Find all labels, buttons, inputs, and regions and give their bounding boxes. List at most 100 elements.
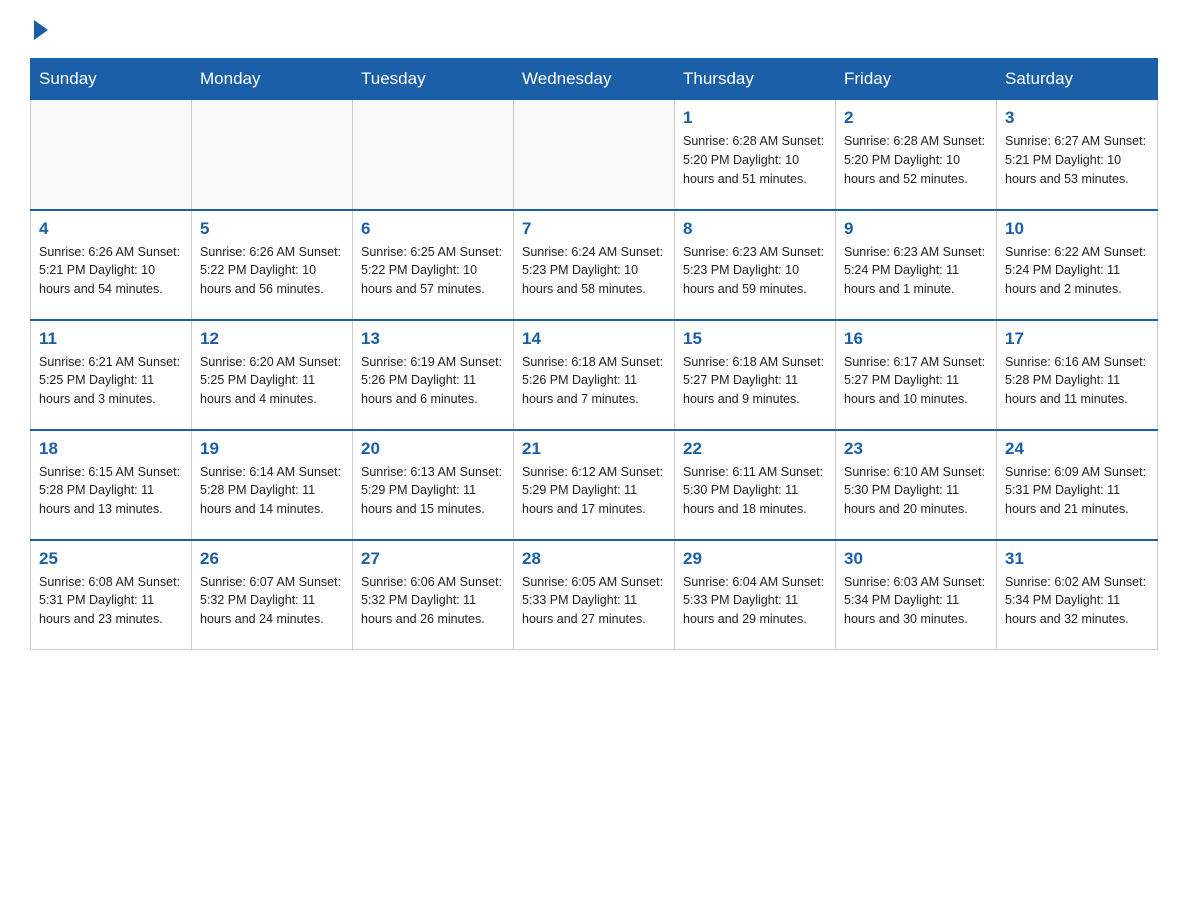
day-number: 23 [844,439,988,459]
day-info: Sunrise: 6:23 AM Sunset: 5:23 PM Dayligh… [683,243,827,299]
day-info: Sunrise: 6:21 AM Sunset: 5:25 PM Dayligh… [39,353,183,409]
day-info: Sunrise: 6:26 AM Sunset: 5:21 PM Dayligh… [39,243,183,299]
day-info: Sunrise: 6:27 AM Sunset: 5:21 PM Dayligh… [1005,132,1149,188]
day-number: 4 [39,219,183,239]
calendar-week-row: 4 Sunrise: 6:26 AM Sunset: 5:21 PM Daylig… [31,210,1158,320]
calendar-cell: 5 Sunrise: 6:26 AM Sunset: 5:22 PM Daylig… [192,210,353,320]
calendar-cell: 9 Sunrise: 6:23 AM Sunset: 5:24 PM Daylig… [836,210,997,320]
day-info: Sunrise: 6:28 AM Sunset: 5:20 PM Dayligh… [844,132,988,188]
weekday-header-tuesday: Tuesday [353,59,514,100]
day-info: Sunrise: 6:10 AM Sunset: 5:30 PM Dayligh… [844,463,988,519]
day-info: Sunrise: 6:05 AM Sunset: 5:33 PM Dayligh… [522,573,666,629]
day-number: 16 [844,329,988,349]
calendar-cell: 31Sunrise: 6:02 AM Sunset: 5:34 PM Dayli… [997,540,1158,650]
calendar-cell: 29Sunrise: 6:04 AM Sunset: 5:33 PM Dayli… [675,540,836,650]
calendar-week-row: 11 Sunrise: 6:21 AM Sunset: 5:25 PM Dayli… [31,320,1158,430]
calendar-cell: 24 Sunrise: 6:09 AM Sunset: 5:31 PM Dayli… [997,430,1158,540]
calendar-week-row: 1 Sunrise: 6:28 AM Sunset: 5:20 PM Daylig… [31,100,1158,210]
day-number: 25 [39,549,183,569]
logo-arrow-icon [34,20,48,40]
weekday-header-wednesday: Wednesday [514,59,675,100]
weekday-header-friday: Friday [836,59,997,100]
day-number: 30 [844,549,988,569]
day-info: Sunrise: 6:26 AM Sunset: 5:22 PM Dayligh… [200,243,344,299]
day-info: Sunrise: 6:24 AM Sunset: 5:23 PM Dayligh… [522,243,666,299]
calendar-cell [514,100,675,210]
day-number: 29 [683,549,827,569]
calendar-cell [192,100,353,210]
calendar-cell: 28Sunrise: 6:05 AM Sunset: 5:33 PM Dayli… [514,540,675,650]
day-number: 21 [522,439,666,459]
day-info: Sunrise: 6:09 AM Sunset: 5:31 PM Dayligh… [1005,463,1149,519]
day-info: Sunrise: 6:12 AM Sunset: 5:29 PM Dayligh… [522,463,666,519]
calendar-cell: 17 Sunrise: 6:16 AM Sunset: 5:28 PM Dayli… [997,320,1158,430]
day-number: 14 [522,329,666,349]
calendar-cell: 3 Sunrise: 6:27 AM Sunset: 5:21 PM Daylig… [997,100,1158,210]
day-number: 31 [1005,549,1149,569]
day-info: Sunrise: 6:15 AM Sunset: 5:28 PM Dayligh… [39,463,183,519]
calendar-cell: 8Sunrise: 6:23 AM Sunset: 5:23 PM Daylig… [675,210,836,320]
weekday-header-saturday: Saturday [997,59,1158,100]
day-number: 11 [39,329,183,349]
day-number: 22 [683,439,827,459]
day-info: Sunrise: 6:22 AM Sunset: 5:24 PM Dayligh… [1005,243,1149,299]
calendar-cell: 20 Sunrise: 6:13 AM Sunset: 5:29 PM Dayli… [353,430,514,540]
calendar-cell: 26 Sunrise: 6:07 AM Sunset: 5:32 PM Dayli… [192,540,353,650]
day-info: Sunrise: 6:08 AM Sunset: 5:31 PM Dayligh… [39,573,183,629]
day-number: 15 [683,329,827,349]
calendar-cell: 13 Sunrise: 6:19 AM Sunset: 5:26 PM Dayli… [353,320,514,430]
calendar-cell: 16 Sunrise: 6:17 AM Sunset: 5:27 PM Dayli… [836,320,997,430]
day-number: 19 [200,439,344,459]
day-number: 13 [361,329,505,349]
day-number: 9 [844,219,988,239]
day-number: 20 [361,439,505,459]
day-number: 17 [1005,329,1149,349]
day-number: 26 [200,549,344,569]
day-number: 1 [683,108,827,128]
day-info: Sunrise: 6:11 AM Sunset: 5:30 PM Dayligh… [683,463,827,519]
day-number: 24 [1005,439,1149,459]
day-info: Sunrise: 6:25 AM Sunset: 5:22 PM Dayligh… [361,243,505,299]
calendar-cell: 27Sunrise: 6:06 AM Sunset: 5:32 PM Dayli… [353,540,514,650]
calendar-cell: 10 Sunrise: 6:22 AM Sunset: 5:24 PM Dayli… [997,210,1158,320]
day-info: Sunrise: 6:23 AM Sunset: 5:24 PM Dayligh… [844,243,988,299]
day-number: 27 [361,549,505,569]
day-info: Sunrise: 6:13 AM Sunset: 5:29 PM Dayligh… [361,463,505,519]
calendar-cell: 1 Sunrise: 6:28 AM Sunset: 5:20 PM Daylig… [675,100,836,210]
day-info: Sunrise: 6:18 AM Sunset: 5:27 PM Dayligh… [683,353,827,409]
calendar-week-row: 25 Sunrise: 6:08 AM Sunset: 5:31 PM Dayli… [31,540,1158,650]
calendar-cell: 4 Sunrise: 6:26 AM Sunset: 5:21 PM Daylig… [31,210,192,320]
calendar-cell: 18 Sunrise: 6:15 AM Sunset: 5:28 PM Dayli… [31,430,192,540]
day-info: Sunrise: 6:14 AM Sunset: 5:28 PM Dayligh… [200,463,344,519]
calendar-cell: 2 Sunrise: 6:28 AM Sunset: 5:20 PM Daylig… [836,100,997,210]
calendar-cell: 7Sunrise: 6:24 AM Sunset: 5:23 PM Daylig… [514,210,675,320]
day-number: 10 [1005,219,1149,239]
logo [30,20,50,40]
calendar-cell: 21 Sunrise: 6:12 AM Sunset: 5:29 PM Dayli… [514,430,675,540]
day-number: 18 [39,439,183,459]
day-info: Sunrise: 6:07 AM Sunset: 5:32 PM Dayligh… [200,573,344,629]
calendar-cell: 22 Sunrise: 6:11 AM Sunset: 5:30 PM Dayli… [675,430,836,540]
calendar-cell: 19 Sunrise: 6:14 AM Sunset: 5:28 PM Dayli… [192,430,353,540]
calendar-cell: 14 Sunrise: 6:18 AM Sunset: 5:26 PM Dayli… [514,320,675,430]
calendar-cell: 25 Sunrise: 6:08 AM Sunset: 5:31 PM Dayli… [31,540,192,650]
day-info: Sunrise: 6:19 AM Sunset: 5:26 PM Dayligh… [361,353,505,409]
weekday-header-monday: Monday [192,59,353,100]
day-number: 6 [361,219,505,239]
day-info: Sunrise: 6:28 AM Sunset: 5:20 PM Dayligh… [683,132,827,188]
day-info: Sunrise: 6:16 AM Sunset: 5:28 PM Dayligh… [1005,353,1149,409]
day-number: 2 [844,108,988,128]
page-header [30,20,1158,40]
calendar-cell: 23 Sunrise: 6:10 AM Sunset: 5:30 PM Dayli… [836,430,997,540]
day-info: Sunrise: 6:20 AM Sunset: 5:25 PM Dayligh… [200,353,344,409]
day-number: 5 [200,219,344,239]
day-number: 3 [1005,108,1149,128]
day-number: 12 [200,329,344,349]
calendar-cell [31,100,192,210]
day-info: Sunrise: 6:17 AM Sunset: 5:27 PM Dayligh… [844,353,988,409]
day-info: Sunrise: 6:18 AM Sunset: 5:26 PM Dayligh… [522,353,666,409]
day-info: Sunrise: 6:03 AM Sunset: 5:34 PM Dayligh… [844,573,988,629]
calendar-cell: 30 Sunrise: 6:03 AM Sunset: 5:34 PM Dayli… [836,540,997,650]
weekday-header-thursday: Thursday [675,59,836,100]
calendar-cell: 11 Sunrise: 6:21 AM Sunset: 5:25 PM Dayli… [31,320,192,430]
